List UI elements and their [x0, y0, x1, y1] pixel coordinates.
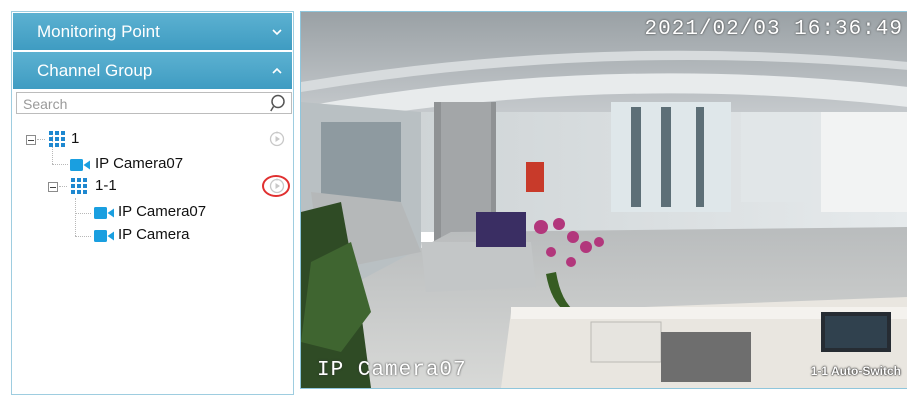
tree-camera-label[interactable]: IP Camera07: [95, 155, 183, 172]
tree-camera-label[interactable]: IP Camera: [118, 226, 189, 243]
video-window[interactable]: 2021/02/03 16:36:49 IP Camera07 1-1 Auto…: [300, 11, 907, 389]
accordion-channel-group-label: Channel Group: [37, 61, 153, 80]
camera-icon: [70, 159, 90, 171]
osd-camera-name: IP Camera07: [317, 359, 467, 382]
osd-timestamp: 2021/02/03 16:36:49: [644, 18, 903, 41]
search-icon[interactable]: [270, 94, 288, 112]
search-input[interactable]: [17, 93, 265, 115]
accordion-monitoring-point-label: Monitoring Point: [37, 22, 160, 41]
camera-feed-image: [301, 12, 907, 388]
root-collapse-toggle[interactable]: [26, 135, 36, 145]
group-grid-icon: [49, 131, 65, 147]
accordion-monitoring-point[interactable]: Monitoring Point: [13, 13, 292, 50]
channel-tree: 1 IP Camera07 1-1 IP Camera07 IP Camera: [12, 116, 295, 256]
tree-group-root-label[interactable]: 1: [71, 130, 79, 147]
tree-subgroup-label[interactable]: 1-1: [95, 177, 117, 194]
subgroup-collapse-toggle[interactable]: [48, 182, 58, 192]
group-grid-icon: [71, 178, 87, 194]
channel-sidebar: Monitoring Point Channel Group Search 1 …: [11, 11, 294, 395]
chevron-up-icon: [272, 52, 282, 89]
play-circle-icon[interactable]: [269, 178, 285, 194]
camera-icon: [94, 230, 114, 242]
camera-icon: [94, 207, 114, 219]
chevron-down-icon: [272, 13, 282, 50]
search-box: [16, 92, 292, 115]
play-circle-icon[interactable]: [269, 131, 285, 147]
accordion-channel-group[interactable]: Channel Group: [13, 52, 292, 89]
tree-camera-label[interactable]: IP Camera07: [118, 203, 206, 220]
auto-switch-status: 1-1 Auto-Switch: [810, 364, 901, 378]
